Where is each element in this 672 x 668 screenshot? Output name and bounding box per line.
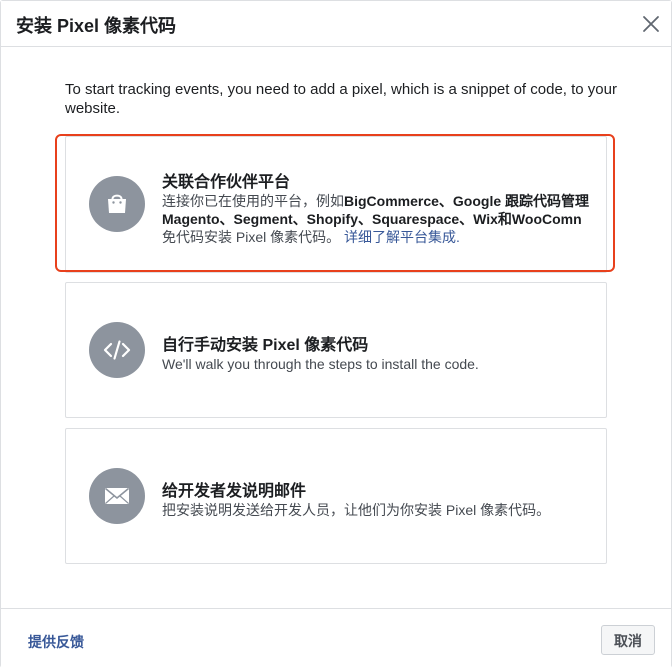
option-description: We'll walk you through the steps to inst… <box>162 356 479 372</box>
option-partner-platform[interactable]: 关联合作伙伴平台 连接你已在使用的平台，例如BigCommerce、Google… <box>65 136 607 273</box>
dialog-header: 安装 Pixel 像素代码 <box>1 1 671 47</box>
option-title: 给开发者发说明邮件 <box>162 483 307 500</box>
code-icon <box>103 340 131 360</box>
desc-text: 免代码安装 Pixel 像素代码。 <box>162 229 341 245</box>
option-email-developer[interactable]: 给开发者发说明邮件 把安装说明发送给开发人员，让他们为你安装 Pixel 像素代… <box>65 428 607 564</box>
shopping-bag-icon <box>108 194 126 213</box>
intro-text: To start tracking events, you need to ad… <box>65 81 617 117</box>
option-description: 连接你已在使用的平台，例如BigCommerce、Google 跟踪代码管理 M… <box>162 192 606 246</box>
envelope-icon <box>104 487 130 504</box>
learn-more-link[interactable]: 详细了解平台集成. <box>344 229 460 245</box>
dialog-footer: 提供反馈 取消 <box>1 608 671 668</box>
option-icon-badge <box>89 468 145 524</box>
cancel-button[interactable]: 取消 <box>601 625 655 655</box>
option-manual-install[interactable]: 自行手动安装 Pixel 像素代码 We'll walk you through… <box>65 282 607 418</box>
desc-platforms: BigCommerce、Google 跟踪代码管理 <box>344 193 590 209</box>
dialog-title: 安装 Pixel 像素代码 <box>16 16 177 36</box>
option-icon-badge <box>89 322 145 378</box>
desc-platforms: Magento、Segment、Shopify、Squarespace、Wix和… <box>162 211 582 227</box>
desc-text: 连接你已在使用的平台，例如 <box>162 193 344 209</box>
option-icon-badge <box>89 176 145 232</box>
close-button[interactable] <box>637 10 665 38</box>
option-description: 把安装说明发送给开发人员，让他们为你安装 Pixel 像素代码。 <box>162 502 551 518</box>
option-title: 自行手动安装 Pixel 像素代码 <box>162 337 369 354</box>
feedback-link[interactable]: 提供反馈 <box>28 632 84 652</box>
option-title: 关联合作伙伴平台 <box>162 174 291 191</box>
close-icon <box>643 16 659 32</box>
install-pixel-dialog: 安装 Pixel 像素代码 To start tracking events, … <box>0 0 672 668</box>
